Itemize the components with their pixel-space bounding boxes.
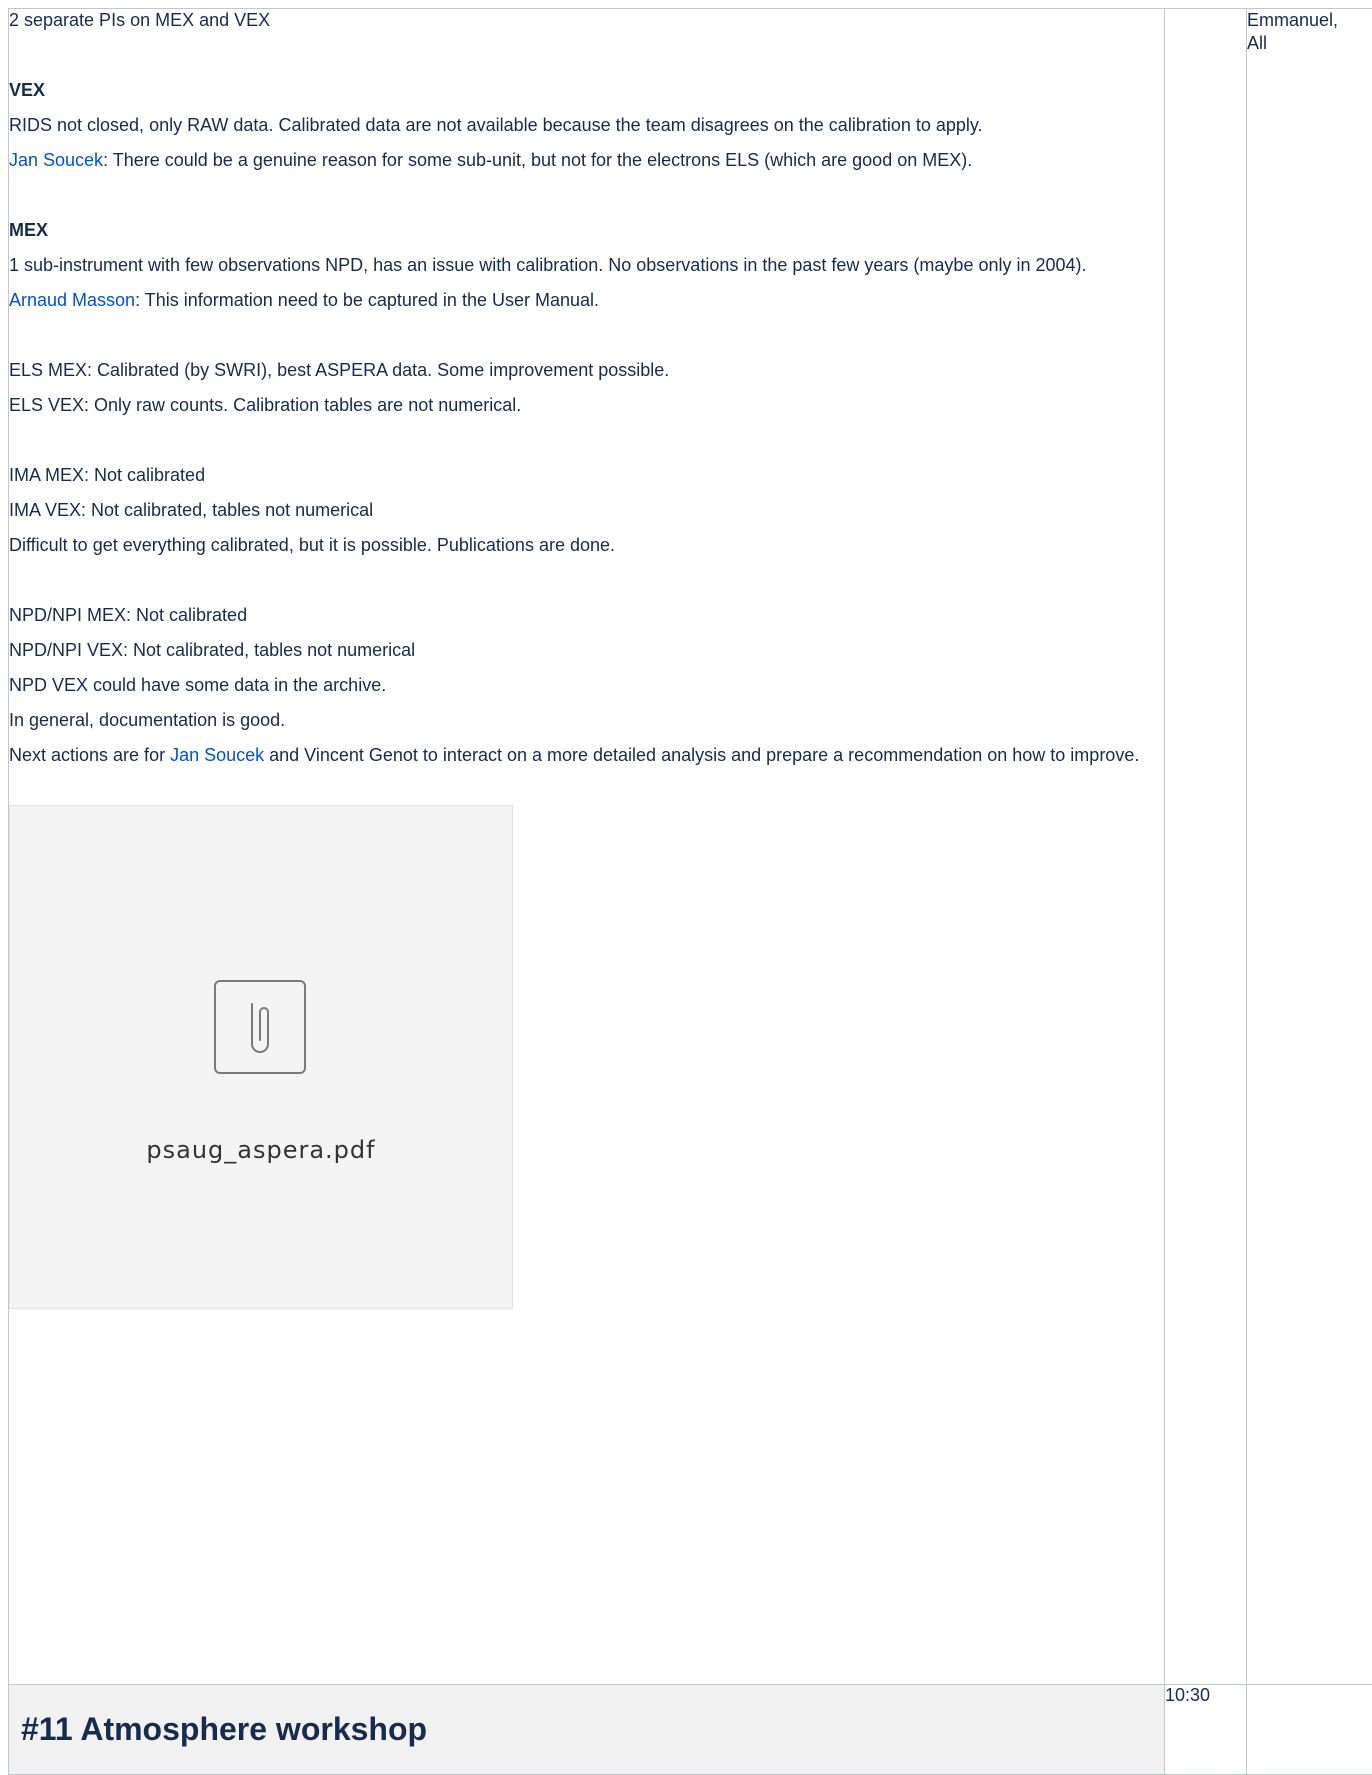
spacer: [9, 44, 1164, 67]
npd-mex-text: NPD/NPI MEX: Not calibrated: [9, 604, 1164, 627]
ima-mex-text: IMA MEX: Not calibrated: [9, 464, 1164, 487]
intro-text: 2 separate PIs on MEX and VEX: [9, 9, 1164, 32]
spacer: [9, 569, 1164, 592]
difficult-text: Difficult to get everything calibrated, …: [9, 534, 1164, 557]
general-text: In general, documentation is good.: [9, 709, 1164, 732]
next-actions-suffix: and Vincent Genot to interact on a more …: [264, 745, 1139, 765]
mex-comment-text: : This information need to be captured i…: [135, 290, 599, 310]
npd-archive-text: NPD VEX could have some data in the arch…: [9, 674, 1164, 697]
mex-heading: MEX: [9, 219, 1164, 242]
spacer: [9, 184, 1164, 207]
owner-line-1: Emmanuel,: [1247, 9, 1372, 32]
els-mex-text: ELS MEX: Calibrated (by SWRI), best ASPE…: [9, 359, 1164, 382]
table-row: 2 separate PIs on MEX and VEX VEX RIDS n…: [9, 9, 1372, 1685]
notes-cell: 2 separate PIs on MEX and VEX VEX RIDS n…: [9, 9, 1165, 1685]
vex-comment-text: : There could be a genuine reason for so…: [103, 150, 972, 170]
vex-paragraph: RIDS not closed, only RAW data. Calibrat…: [9, 114, 1164, 137]
owner-cell: Emmanuel, All: [1247, 9, 1372, 1685]
els-vex-text: ELS VEX: Only raw counts. Calibration ta…: [9, 394, 1164, 417]
mex-paragraph: 1 sub-instrument with few observations N…: [9, 254, 1164, 277]
section-heading: #11 Atmosphere workshop: [21, 1711, 1152, 1748]
user-link-arnaud-masson[interactable]: Arnaud Masson: [9, 290, 135, 310]
npd-vex-text: NPD/NPI VEX: Not calibrated, tables not …: [9, 639, 1164, 662]
ima-vex-text: IMA VEX: Not calibrated, tables not nume…: [9, 499, 1164, 522]
vex-comment: Jan Soucek: There could be a genuine rea…: [9, 149, 1164, 172]
next-actions-prefix: Next actions are for: [9, 745, 170, 765]
table-row: #11 Atmosphere workshop 10:30: [9, 1685, 1372, 1775]
mex-comment: Arnaud Masson: This information need to …: [9, 289, 1164, 312]
attachment-filename: psaug_aspera.pdf: [10, 1136, 512, 1164]
spacer: [9, 324, 1164, 347]
next-actions-text: Next actions are for Jan Soucek and Vinc…: [9, 744, 1164, 767]
time-cell: 10:30: [1165, 1685, 1247, 1775]
spacer: [9, 429, 1164, 452]
user-link-jan-soucek[interactable]: Jan Soucek: [9, 150, 103, 170]
vex-heading: VEX: [9, 79, 1164, 102]
user-link-jan-soucek[interactable]: Jan Soucek: [170, 745, 264, 765]
section-heading-cell: #11 Atmosphere workshop: [9, 1685, 1165, 1775]
paperclip-icon: [214, 980, 306, 1074]
owner-cell: [1247, 1685, 1372, 1775]
time-cell: [1165, 9, 1247, 1685]
agenda-table: 2 separate PIs on MEX and VEX VEX RIDS n…: [8, 8, 1372, 1775]
owner-line-2: All: [1247, 32, 1372, 55]
paperclip-icon-svg: [216, 982, 304, 1072]
attachment-preview[interactable]: psaug_aspera.pdf: [9, 805, 513, 1309]
